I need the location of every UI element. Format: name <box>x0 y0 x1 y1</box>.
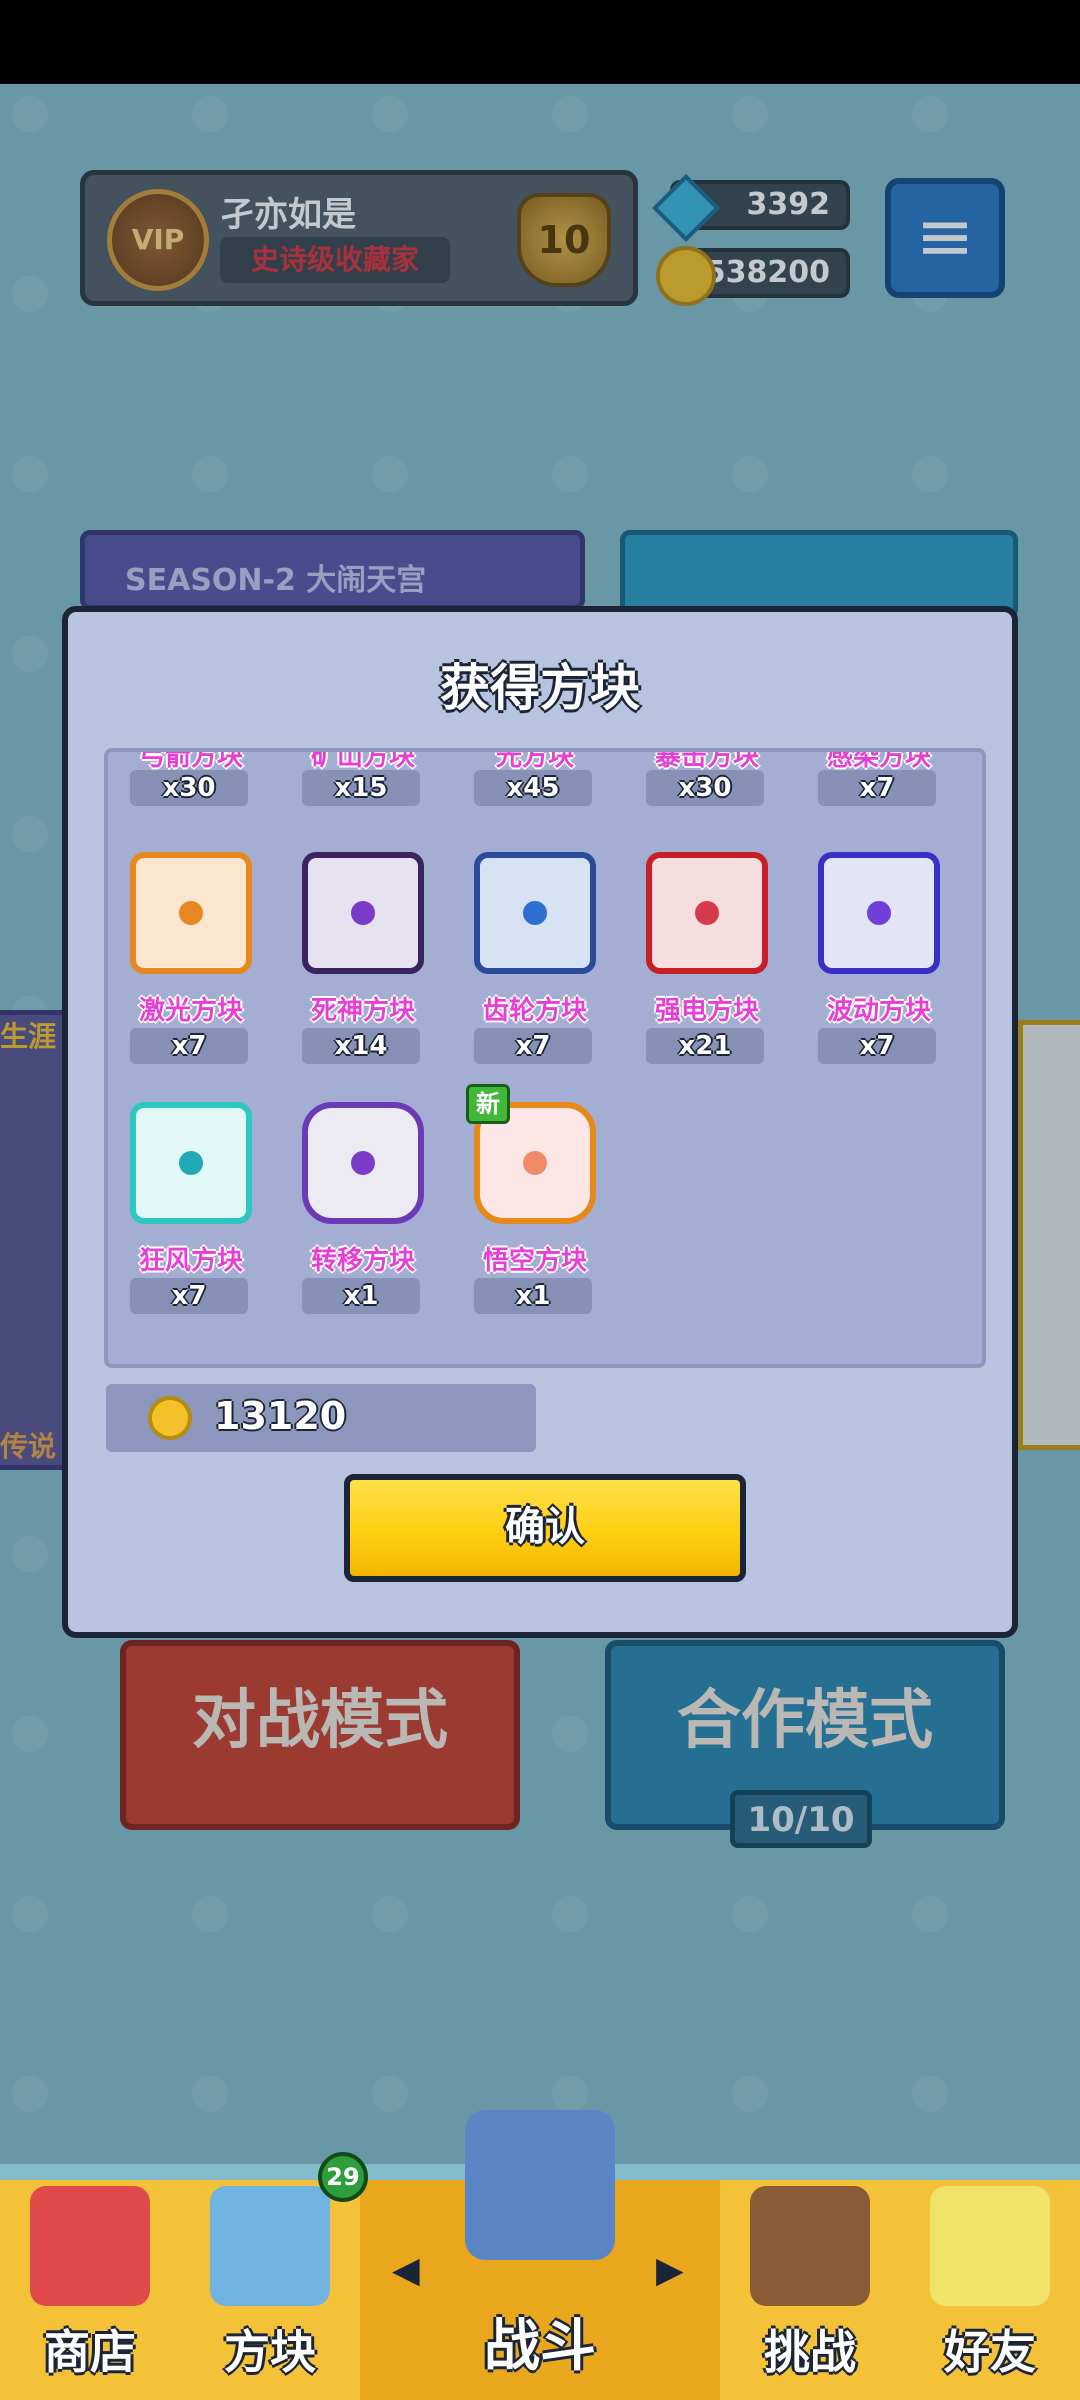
dice-name: 齿轮方块 <box>482 996 587 1026</box>
dice-pip <box>351 901 375 925</box>
dice-name: 波动方块 <box>826 996 931 1026</box>
dice-notification-badge: 29 <box>318 2152 368 2202</box>
nav-friends[interactable]: 好友 <box>900 2180 1080 2400</box>
dice-count: x7 <box>818 1028 936 1064</box>
dice-count: x7 <box>474 1028 592 1064</box>
confirm-button[interactable]: 确认 <box>344 1474 746 1582</box>
bottom-navigation: 商店 方块 战斗 挑战 好友 <box>0 2110 1080 2400</box>
dice-pip <box>523 901 547 925</box>
dice-count: x30 <box>646 770 764 806</box>
obtained-dice-dialog: 获得方块 弓箭方块 x30 矿山方块 x15 光方块 x45 暴击方块 x30 … <box>62 606 1018 1638</box>
nav-left-arrow-icon[interactable]: ◀ <box>392 2250 420 2291</box>
nav-dice[interactable]: 方块 <box>180 2180 360 2400</box>
dice-count: x45 <box>474 770 592 806</box>
new-badge: 新 <box>466 1084 510 1124</box>
transfer-dice-icon <box>302 1102 424 1224</box>
dice-pip <box>695 901 719 925</box>
nav-dice-label: 方块 <box>224 2325 316 2379</box>
dice-count: x7 <box>130 1028 248 1064</box>
dice-name: 激光方块 <box>138 996 243 1026</box>
dice-count: x7 <box>818 770 936 806</box>
reward-total-bar: 13120 <box>106 1384 536 1452</box>
dice-name: 悟空方块 <box>482 1246 587 1276</box>
dice-reward-grid[interactable]: 弓箭方块 x30 矿山方块 x15 光方块 x45 暴击方块 x30 感染方块 … <box>104 748 986 1368</box>
shop-icon <box>30 2186 150 2306</box>
dice-count: x7 <box>130 1278 248 1314</box>
dice-count: x14 <box>302 1028 420 1064</box>
dice-count: x1 <box>474 1278 592 1314</box>
wind-dice-icon <box>130 1102 252 1224</box>
dice-count: x21 <box>646 1028 764 1064</box>
wave-dice-icon <box>818 852 940 974</box>
dice-count: x1 <box>302 1278 420 1314</box>
gear-dice-icon <box>474 852 596 974</box>
friends-icon <box>930 2186 1050 2306</box>
dice-count: x15 <box>302 770 420 806</box>
dice-name: 强电方块 <box>654 996 759 1026</box>
dice-count: x30 <box>130 770 248 806</box>
dice-name: 死神方块 <box>310 996 415 1026</box>
status-bar <box>0 0 1080 84</box>
nav-right-arrow-icon[interactable]: ▶ <box>656 2250 684 2291</box>
reward-coin-amount: 13120 <box>214 1394 347 1438</box>
dice-box-icon <box>210 2186 330 2306</box>
laser-dice-icon <box>130 852 252 974</box>
dice-pip <box>523 1151 547 1175</box>
nav-challenge-label: 挑战 <box>764 2325 856 2379</box>
challenge-board-icon <box>750 2186 870 2306</box>
electric-dice-icon <box>646 852 768 974</box>
confirm-button-label: 确认 <box>505 1504 585 1550</box>
dice-pip <box>179 1151 203 1175</box>
nav-shop-label: 商店 <box>44 2325 136 2379</box>
nav-shop[interactable]: 商店 <box>0 2180 180 2400</box>
shield-sword-icon <box>465 2110 615 2260</box>
dice-pip <box>867 901 891 925</box>
nav-challenge[interactable]: 挑战 <box>720 2180 900 2400</box>
dice-pip <box>351 1151 375 1175</box>
reaper-dice-icon <box>302 852 424 974</box>
nav-friends-label: 好友 <box>944 2325 1036 2379</box>
dice-name: 转移方块 <box>310 1246 415 1276</box>
dialog-title: 获得方块 <box>440 659 640 717</box>
nav-battle-label: 战斗 <box>484 2314 596 2379</box>
dice-pip <box>179 901 203 925</box>
dice-name: 狂风方块 <box>138 1246 243 1276</box>
coin-icon <box>148 1396 192 1440</box>
